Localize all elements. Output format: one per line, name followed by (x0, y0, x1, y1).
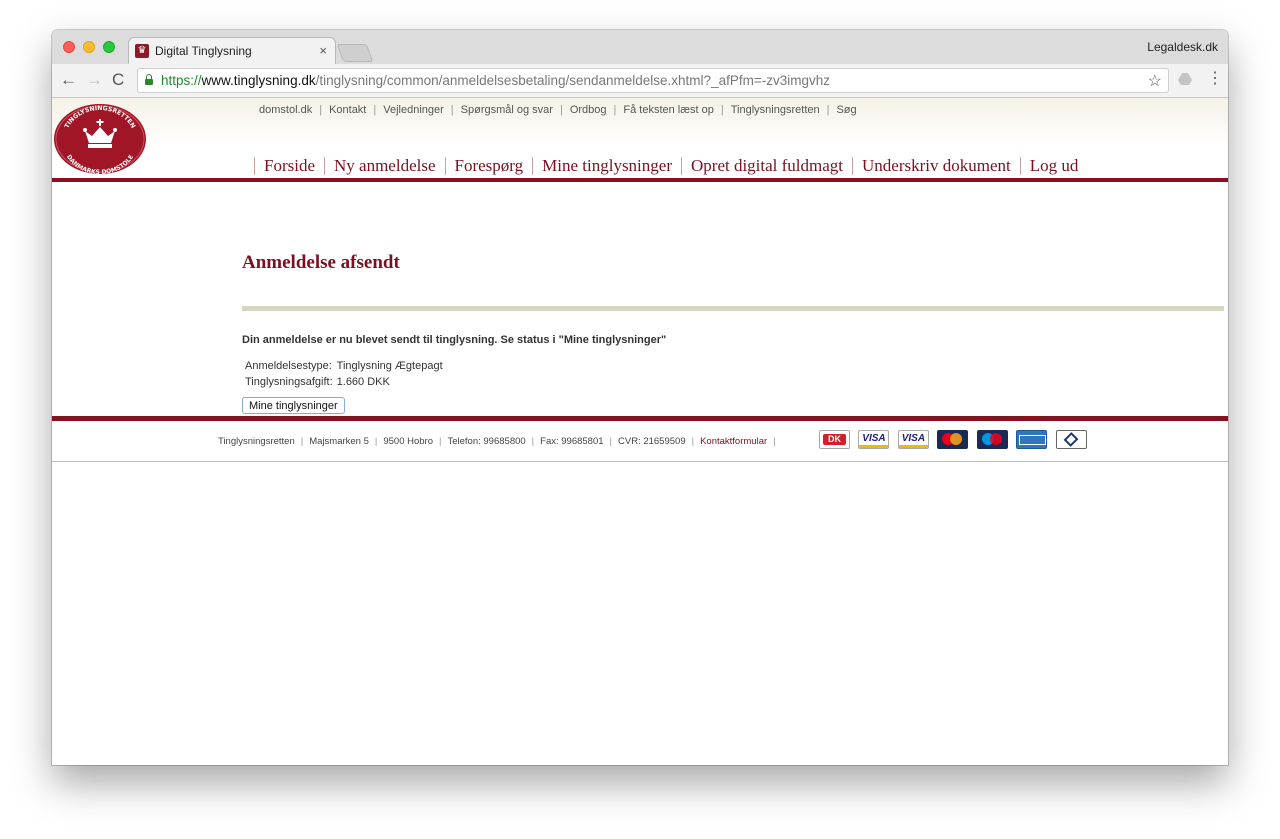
nav-ny-anmeldelse[interactable]: Ny anmeldelse (324, 157, 445, 175)
url-host: www.tinglysning.dk (201, 73, 316, 88)
tab-close-icon[interactable]: × (319, 43, 327, 58)
title-bar: ♛ Digital Tinglysning × Legaldesk.dk (52, 30, 1228, 65)
profile-name[interactable]: Legaldesk.dk (1147, 40, 1218, 54)
mastercard-icon (937, 430, 969, 449)
minimize-window-button[interactable] (83, 41, 95, 53)
close-window-button[interactable] (63, 41, 75, 53)
footer-address: Majsmarken 5 (309, 436, 369, 447)
mine-tinglysninger-button[interactable]: Mine tinglysninger (242, 397, 345, 414)
header-divider (52, 178, 1228, 182)
page-title: Anmeldelse afsendt (242, 252, 400, 273)
browser-window: ♛ Digital Tinglysning × Legaldesk.dk ← →… (52, 30, 1228, 765)
browser-menu-icon[interactable]: ⋮ (1207, 71, 1223, 87)
bookmark-star-icon[interactable]: ☆ (1148, 71, 1162, 91)
main-navigation: Forside Ny anmeldelse Forespørg Mine tingly… (254, 156, 1087, 178)
american-express-icon (1016, 430, 1048, 449)
toplink-ordbog[interactable]: Ordbog (570, 104, 607, 116)
site-header: TINGLYSNINGSRETTEN DANMARKS DOMSTOLE dom… (52, 98, 1228, 178)
toplink-kontakt[interactable]: Kontakt (329, 104, 366, 116)
footer-divider (52, 416, 1228, 421)
nav-foresporg[interactable]: Forespørg (444, 157, 533, 175)
footer-city: 9500 Hobro (383, 436, 434, 447)
browser-tab[interactable]: ♛ Digital Tinglysning × (128, 37, 336, 65)
toplink-read-aloud[interactable]: Få teksten læst op (623, 104, 714, 116)
payment-cards: DK VISA VISA (819, 430, 1091, 450)
visa-icon: VISA (858, 430, 890, 449)
footer-bottom-line (52, 461, 1228, 462)
detail-value: 1.660 DKK (336, 376, 390, 388)
visa-electron-label: VISA (901, 433, 926, 444)
toplink-vejledninger[interactable]: Vejledninger (383, 104, 444, 116)
secure-payment-icon (1055, 430, 1087, 449)
contact-form-link[interactable]: Kontaktformular (700, 436, 767, 447)
toplink-search[interactable]: Søg (836, 104, 856, 116)
detail-row: Tinglysningsafgift: 1.660 DKK (245, 374, 447, 390)
forward-arrow-icon[interactable]: → (86, 70, 103, 90)
dankort-label: DK (823, 434, 846, 445)
back-arrow-icon[interactable]: ← (60, 70, 77, 90)
drive-extension-icon[interactable] (1178, 73, 1192, 85)
detail-row: Anmeldelsestype: Tinglysning Ægtepagt (245, 358, 447, 374)
url-path: /tinglysning/common/anmeldelsesbetaling/… (315, 73, 830, 88)
toplink-tinglysningsretten[interactable]: Tinglysningsretten (731, 104, 820, 116)
title-rule (242, 306, 1224, 311)
nav-forside[interactable]: Forside (254, 157, 324, 175)
nav-mine-tinglysninger[interactable]: Mine tinglysninger (532, 157, 681, 175)
web-page: TINGLYSNINGSRETTEN DANMARKS DOMSTOLE dom… (52, 98, 1228, 765)
maximize-window-button[interactable] (103, 41, 115, 53)
toplink-faq[interactable]: Spørgsmål og svar (461, 104, 553, 116)
site-footer: Tinglysningsretten | Majsmarken 5 | 9500 Hob… (218, 436, 776, 447)
url-text[interactable]: https://www.tinglysning.dk/tinglysning/c… (161, 73, 830, 88)
nav-underskriv-dokument[interactable]: Underskriv dokument (852, 157, 1020, 175)
browser-toolbar: ← → C https://www.tinglysning.dk/tinglys… (52, 64, 1228, 98)
crown-favicon-icon: ♛ (135, 44, 149, 58)
confirmation-message: Din anmeldelse er nu blevet sendt til ti… (242, 334, 667, 346)
url-scheme: https:// (161, 73, 202, 88)
footer-phone: Telefon: 99685800 (447, 436, 526, 447)
detail-label: Anmeldelsestype: (245, 360, 332, 372)
nav-opret-fuldmagt[interactable]: Opret digital fuldmagt (681, 157, 852, 175)
dankort-icon: DK (819, 430, 850, 449)
new-tab-button[interactable] (336, 44, 374, 62)
detail-label: Tinglysningsafgift: (245, 376, 333, 388)
toplink-domstol[interactable]: domstol.dk (259, 104, 312, 116)
lock-icon (145, 74, 153, 85)
footer-org: Tinglysningsretten (218, 436, 295, 447)
visa-electron-icon: VISA (897, 430, 929, 449)
footer-fax: Fax: 99685801 (540, 436, 604, 447)
maestro-icon (976, 430, 1008, 449)
nav-log-ud[interactable]: Log ud (1019, 157, 1088, 175)
visa-label: VISA (862, 433, 886, 444)
address-bar[interactable]: https://www.tinglysning.dk/tinglysning/c… (137, 68, 1169, 93)
top-links: domstol.dk | Kontakt | Vejledninger | Spørgsmå… (259, 104, 857, 116)
tab-title: Digital Tinglysning (155, 44, 252, 58)
footer-cvr: CVR: 21659509 (618, 436, 686, 447)
tinglysningsretten-logo[interactable]: TINGLYSNINGSRETTEN DANMARKS DOMSTOLE (53, 103, 147, 175)
submission-details: Anmeldelsestype: Tinglysning Ægtepagt Ti… (245, 358, 447, 390)
detail-value: Tinglysning Ægtepagt (336, 360, 443, 372)
reload-icon[interactable]: C (112, 70, 124, 90)
